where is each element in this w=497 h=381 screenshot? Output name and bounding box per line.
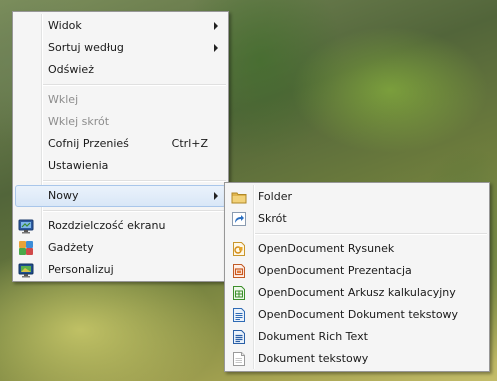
submenu-arrow-icon [214, 44, 218, 52]
menu-item-personalize[interactable]: Personalizuj [15, 259, 226, 281]
submenu-item-odf-spreadsheet[interactable]: OpenDocument Arkusz kalkulacyjny [227, 282, 487, 304]
menu-item-label: Sortuj według [48, 41, 124, 54]
menu-item-paste[interactable]: Wklej [15, 89, 226, 111]
menu-item-label: Folder [258, 190, 292, 203]
submenu-item-rich-text[interactable]: Dokument Rich Text [227, 326, 487, 348]
submenu-item-odf-text[interactable]: OpenDocument Dokument tekstowy [227, 304, 487, 326]
menu-item-view[interactable]: Widok [15, 15, 226, 37]
menu-item-label: Personalizuj [48, 263, 114, 276]
menu-item-new[interactable]: Nowy [15, 185, 226, 207]
gadgets-icon [18, 240, 34, 256]
submenu-item-folder[interactable]: Folder [227, 186, 487, 208]
menu-item-refresh[interactable]: Odśwież [15, 59, 226, 81]
menu-item-label: Nowy [48, 189, 79, 202]
menu-item-label: Ustawienia [48, 159, 109, 172]
menu-item-undo-move[interactable]: Cofnij Przenieś Ctrl+Z [15, 133, 226, 155]
submenu-arrow-icon [214, 22, 218, 30]
menu-item-label: Gadżety [48, 241, 94, 254]
rich-text-icon [231, 329, 247, 345]
menu-item-label: OpenDocument Prezentacja [258, 264, 412, 277]
menu-item-label: Wklej [48, 93, 79, 106]
menu-item-screen-resolution[interactable]: Rozdzielczość ekranu [15, 215, 226, 237]
menu-separator [43, 84, 226, 86]
personalize-icon [18, 262, 34, 278]
menu-item-shortcut: Ctrl+Z [171, 137, 208, 150]
menu-separator [43, 210, 226, 212]
menu-item-label: OpenDocument Dokument tekstowy [258, 308, 459, 321]
new-submenu: Folder Skrót OpenDocument Rysunek OpenDo… [224, 182, 490, 372]
odf-spreadsheet-icon [231, 285, 247, 301]
text-document-icon [231, 351, 247, 367]
menu-item-label: Odśwież [48, 63, 94, 76]
folder-icon [231, 189, 247, 205]
menu-item-label: Rozdzielczość ekranu [48, 219, 166, 232]
menu-item-label: Dokument tekstowy [258, 352, 369, 365]
menu-separator [255, 233, 487, 235]
shortcut-icon [231, 211, 247, 227]
menu-item-label: Dokument Rich Text [258, 330, 368, 343]
odf-presentation-icon [231, 263, 247, 279]
menu-item-label: Skrót [258, 212, 287, 225]
odf-drawing-icon [231, 241, 247, 257]
menu-item-sort-by[interactable]: Sortuj według [15, 37, 226, 59]
submenu-item-shortcut[interactable]: Skrót [227, 208, 487, 230]
screen-resolution-icon [18, 218, 34, 234]
menu-item-gadgets[interactable]: Gadżety [15, 237, 226, 259]
submenu-item-odf-drawing[interactable]: OpenDocument Rysunek [227, 238, 487, 260]
menu-item-label: Cofnij Przenieś [48, 137, 129, 150]
menu-item-label: Widok [48, 19, 82, 32]
submenu-arrow-icon [214, 192, 218, 200]
submenu-item-odf-presentation[interactable]: OpenDocument Prezentacja [227, 260, 487, 282]
menu-item-label: OpenDocument Arkusz kalkulacyjny [258, 286, 456, 299]
menu-item-paste-shortcut[interactable]: Wklej skrót [15, 111, 226, 133]
odf-text-icon [231, 307, 247, 323]
menu-item-settings[interactable]: Ustawienia [15, 155, 226, 177]
submenu-item-text-document[interactable]: Dokument tekstowy [227, 348, 487, 370]
menu-item-label: Wklej skrót [48, 115, 110, 128]
menu-separator [43, 180, 226, 182]
menu-item-label: OpenDocument Rysunek [258, 242, 395, 255]
desktop-context-menu: Widok Sortuj według Odśwież Wklej Wklej … [12, 11, 229, 282]
